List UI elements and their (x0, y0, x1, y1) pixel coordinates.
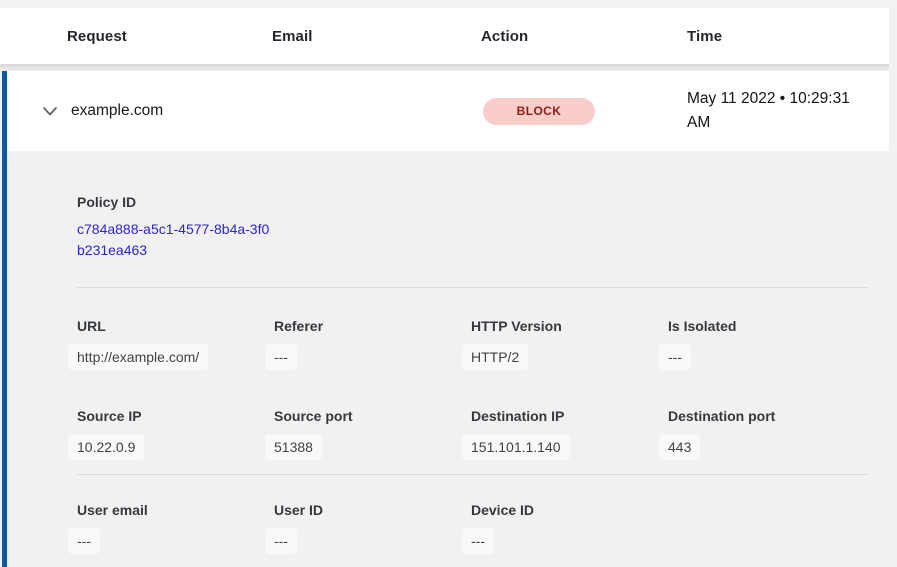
expanded-log-details: Policy ID c784a888-a5c1-4577-8b4a-3f0b23… (2, 151, 897, 567)
time-value: May 11 2022 • 10:29:31 AM (687, 87, 869, 135)
field-label: Referer (274, 318, 471, 334)
column-header-time: Time (687, 28, 889, 45)
field-label: Destination port (668, 408, 865, 424)
block-action-badge: BLOCK (483, 98, 595, 125)
field-label: HTTP Version (471, 318, 668, 334)
policy-id-block: Policy ID c784a888-a5c1-4577-8b4a-3f0b23… (77, 194, 868, 261)
chevron-down-icon[interactable] (42, 103, 58, 119)
field-value: --- (462, 528, 494, 554)
detail-field-http-version: HTTP Version HTTP/2 (471, 318, 668, 370)
detail-field-source-ip: Source IP 10.22.0.9 (77, 408, 274, 460)
field-value: --- (265, 344, 297, 370)
field-value: --- (265, 528, 297, 554)
detail-fields-row: URL http://example.com/ Referer --- HTTP… (77, 318, 868, 370)
field-value: 151.101.1.140 (462, 434, 570, 460)
field-value: 10.22.0.9 (68, 434, 144, 460)
action-cell: BLOCK (481, 98, 687, 125)
detail-field-referer: Referer --- (274, 318, 471, 370)
field-label: User email (77, 502, 274, 518)
detail-field-source-port: Source port 51388 (274, 408, 471, 460)
field-value: http://example.com/ (68, 344, 208, 370)
column-header-action: Action (481, 28, 687, 45)
page-top-gutter (0, 0, 897, 8)
detail-fields-row: Source IP 10.22.0.9 Source port 51388 De… (77, 408, 868, 460)
header-shadow (0, 64, 889, 71)
field-value: HTTP/2 (462, 344, 528, 370)
detail-field-is-isolated: Is Isolated --- (668, 318, 865, 370)
section-divider (77, 474, 868, 475)
detail-fields-row: User email --- User ID --- Device ID --- (77, 502, 868, 554)
field-label: User ID (274, 502, 471, 518)
policy-id-label: Policy ID (77, 194, 868, 210)
section-divider (77, 287, 868, 288)
field-value: --- (68, 528, 100, 554)
column-header-request: Request (67, 28, 272, 45)
request-value: example.com (71, 102, 163, 120)
request-cell: example.com (42, 102, 272, 120)
field-value: 443 (659, 434, 700, 460)
policy-id-link[interactable]: c784a888-a5c1-4577-8b4a-3f0b231ea463 (77, 219, 277, 261)
field-value: 51388 (265, 434, 322, 460)
field-label: Source IP (77, 408, 274, 424)
log-table-row[interactable]: example.com BLOCK May 11 2022 • 10:29:31… (2, 71, 889, 151)
field-label: Destination IP (471, 408, 668, 424)
detail-field-destination-port: Destination port 443 (668, 408, 865, 460)
field-label: Source port (274, 408, 471, 424)
detail-field-user-email: User email --- (77, 502, 274, 554)
log-table-header: Request Email Action Time (0, 8, 889, 64)
field-value: --- (659, 344, 691, 370)
field-label: Device ID (471, 502, 668, 518)
field-label: Is Isolated (668, 318, 865, 334)
detail-field-url: URL http://example.com/ (77, 318, 274, 370)
column-header-email: Email (272, 28, 481, 45)
detail-field-device-id: Device ID --- (471, 502, 668, 554)
detail-field-destination-ip: Destination IP 151.101.1.140 (471, 408, 668, 460)
field-label: URL (77, 318, 274, 334)
detail-field-user-id: User ID --- (274, 502, 471, 554)
